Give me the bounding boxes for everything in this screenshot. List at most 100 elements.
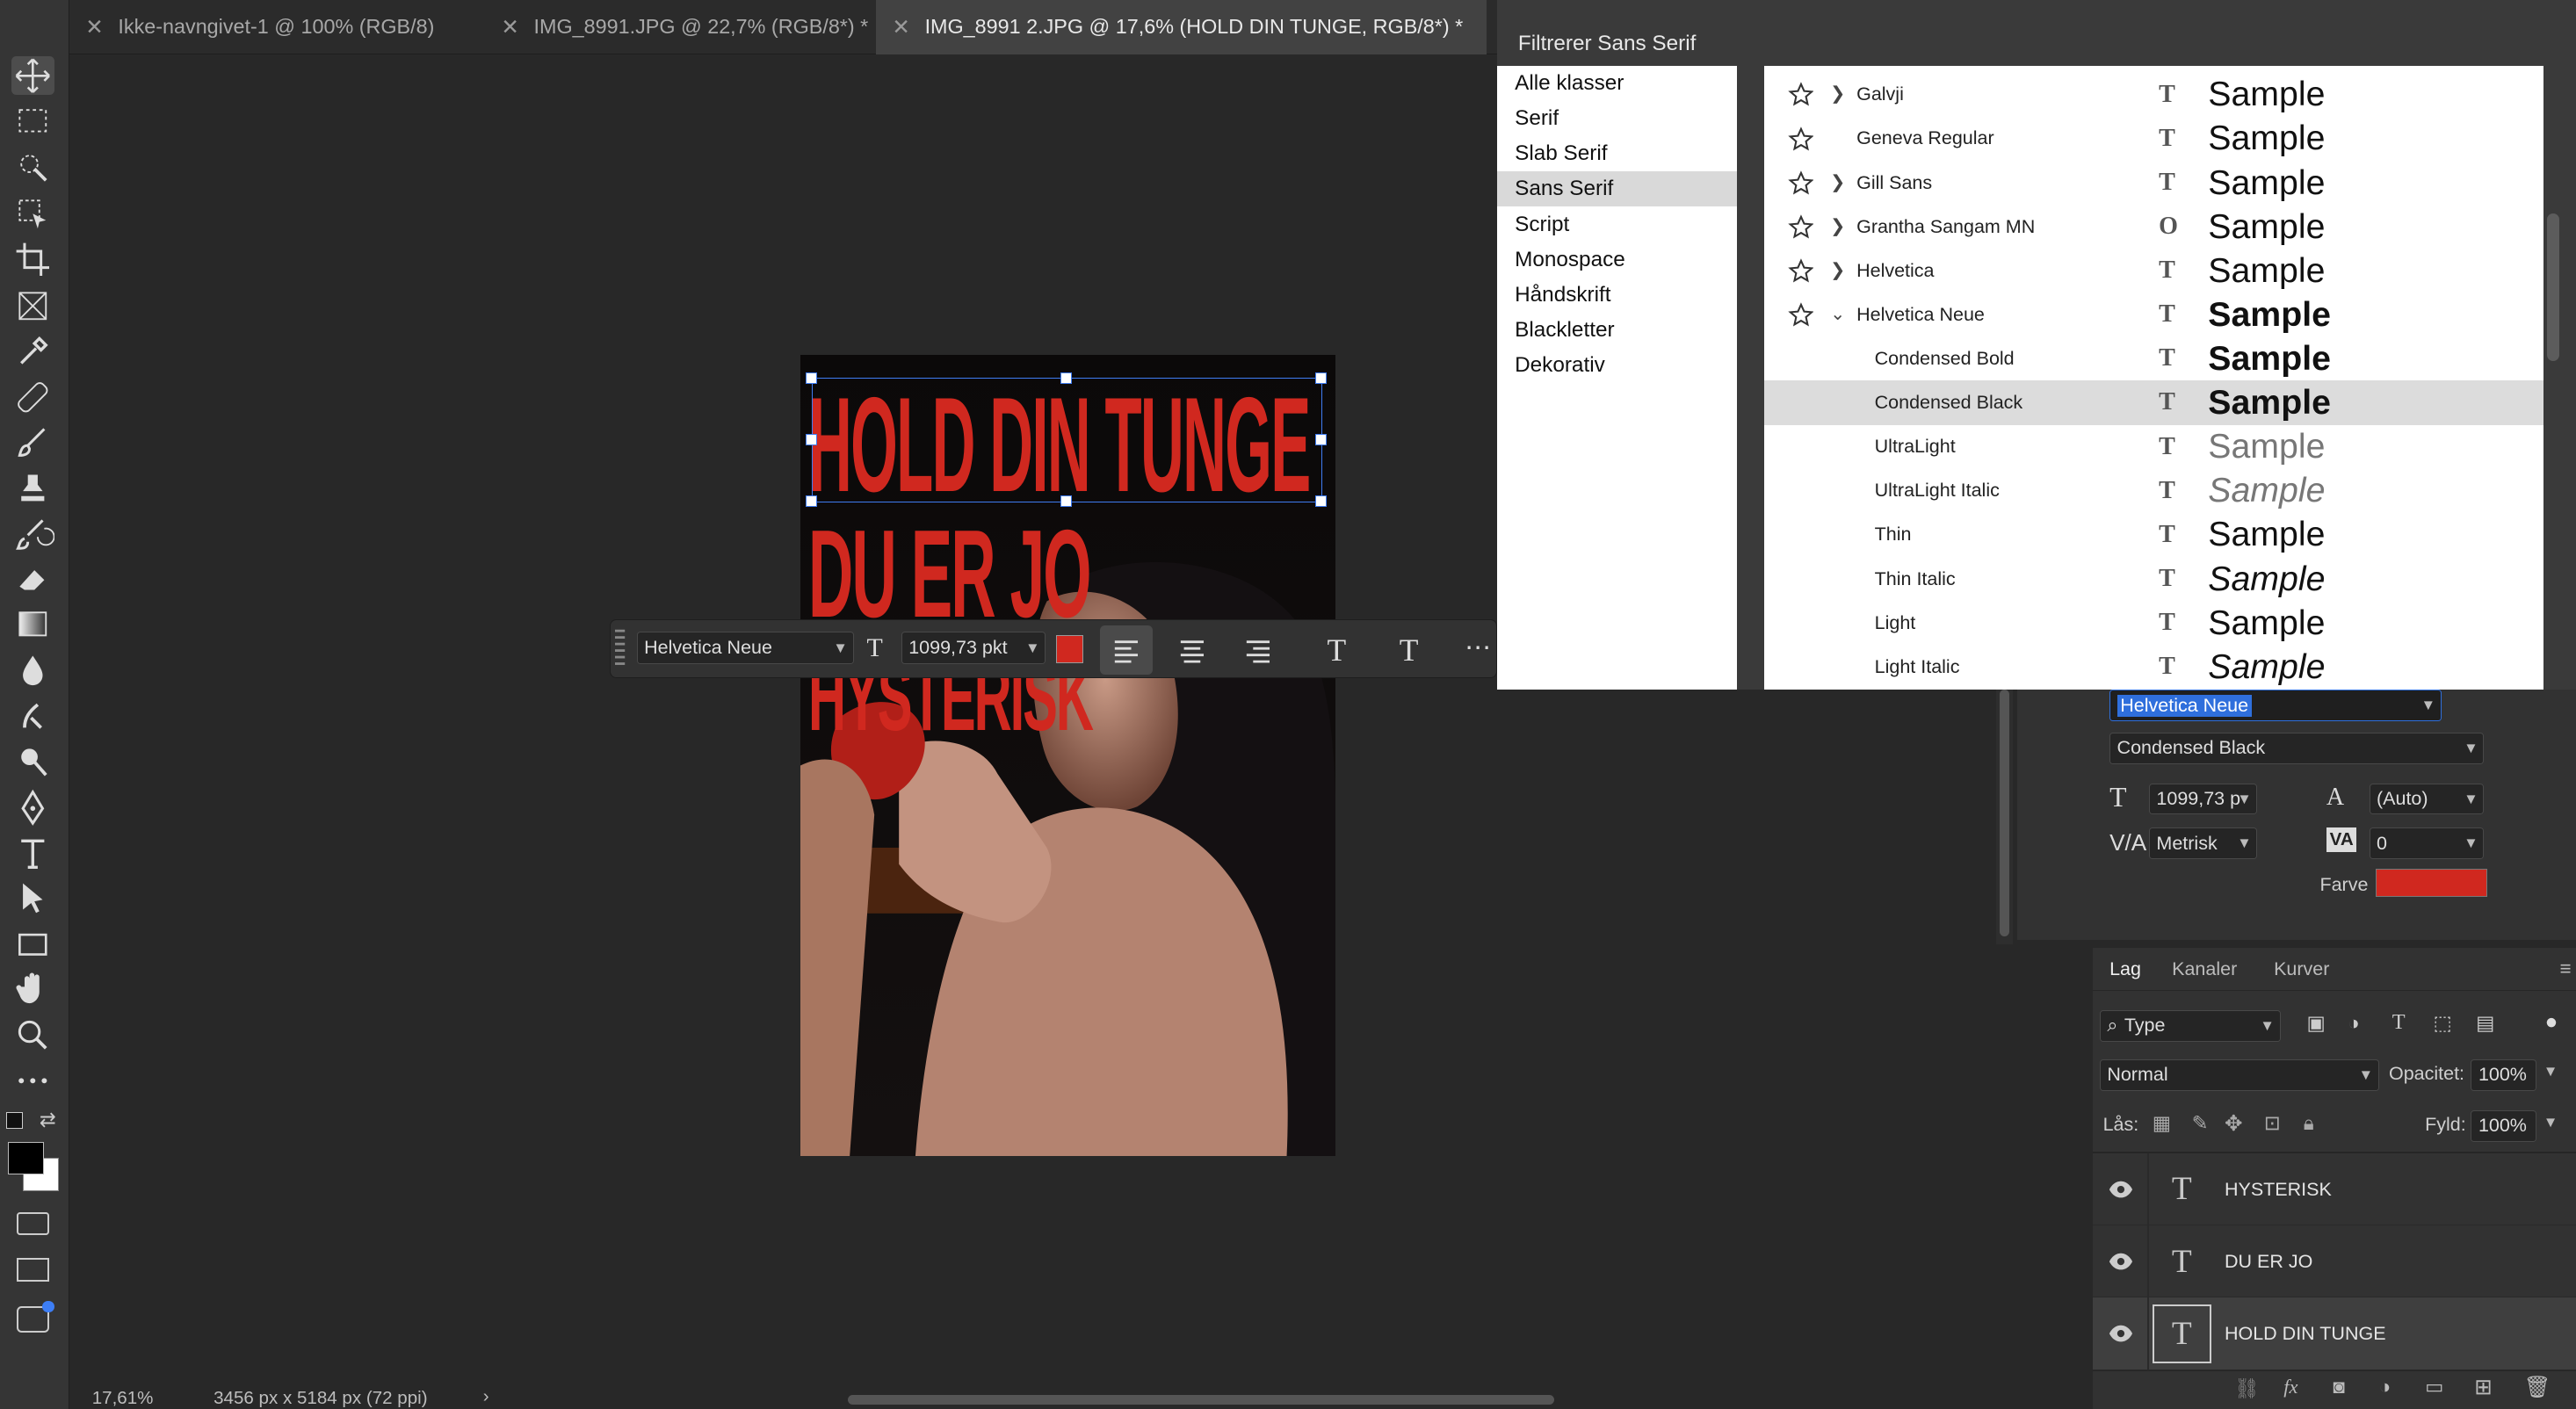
link-layers-icon[interactable]: ⛓︎ (2234, 1377, 2260, 1400)
align-left-button[interactable] (1100, 625, 1153, 675)
font-row[interactable]: Condensed Bold T Sample (1764, 336, 2543, 380)
swap-colors-icon[interactable]: ⇄ (40, 1109, 56, 1131)
layer-filter-select[interactable]: ⌕ Type ▼ (2099, 1010, 2281, 1042)
type-filter-icon[interactable]: T (2392, 1010, 2406, 1035)
font-row[interactable]: Geneva Regular T Sample (1764, 116, 2543, 160)
menu-resize-handle[interactable] (2542, 23, 2558, 66)
layer-name[interactable]: HYSTERISK (2225, 1153, 2332, 1225)
drag-handle[interactable] (615, 626, 626, 669)
close-icon[interactable]: ✕ (892, 14, 909, 40)
font-list-scrollbar[interactable] (2546, 213, 2560, 362)
visibility-eye-icon[interactable] (2108, 1322, 2134, 1345)
marquee-icon[interactable] (11, 102, 54, 141)
new-layer-icon[interactable]: ⊞ (2474, 1374, 2492, 1400)
transform-handle[interactable] (1314, 433, 1327, 445)
layer-row[interactable]: T DU ER JO (2093, 1225, 2576, 1298)
shape-filter-icon[interactable]: ⬚ (2433, 1012, 2451, 1035)
pen-icon[interactable] (11, 789, 54, 828)
font-row[interactable]: Light T Sample (1764, 601, 2543, 645)
smart-object-filter-icon[interactable]: ▤ (2476, 1012, 2494, 1035)
default-colors-icon[interactable] (6, 1111, 24, 1129)
tab-img-8991-2[interactable]: ✕ IMG_8991 2.JPG @ 17,6% (HOLD DIN TUNGE… (875, 0, 1487, 54)
stamp-icon[interactable] (11, 470, 54, 509)
font-row[interactable]: Light Italic T Sample (1764, 645, 2543, 689)
font-class-item[interactable]: Sans Serif (1496, 171, 1737, 206)
tab-channels[interactable]: Kanaler (2172, 948, 2237, 991)
vertical-scrollbar-track[interactable] (1996, 690, 2013, 945)
font-class-item[interactable]: Dekorativ (1497, 348, 1737, 382)
font-row[interactable]: ❯ Grantha Sangam MN O Sample (1764, 205, 2543, 249)
close-icon[interactable]: ✕ (501, 14, 518, 40)
healing-icon[interactable] (11, 378, 54, 417)
tab-untitled[interactable]: ✕ Ikke-navngivet-1 @ 100% (RGB/8) (69, 0, 485, 54)
text-bounding-box[interactable] (806, 372, 1327, 507)
chevron-down-icon[interactable]: ▼ (2543, 1114, 2558, 1131)
adjustment-layer-icon[interactable]: ◑ (2379, 1376, 2391, 1398)
layer-name[interactable]: DU ER JO (2225, 1225, 2312, 1297)
font-family-select[interactable]: Helvetica Neue ▼ (636, 632, 854, 665)
align-center-button[interactable] (1166, 625, 1219, 675)
frame-icon[interactable] (11, 285, 54, 325)
leading-field[interactable]: (Auto) ▼ (2369, 783, 2485, 815)
blend-mode-select[interactable]: Normal ▼ (2099, 1059, 2379, 1091)
pixel-filter-icon[interactable]: ▣ (2306, 1012, 2325, 1035)
chevron-down-icon[interactable]: ⌄ (1830, 293, 1845, 336)
warp-text-icon[interactable]: T (1310, 625, 1363, 675)
transform-handle[interactable] (806, 433, 818, 445)
layer-row[interactable]: T HOLD DIN TUNGE (2093, 1297, 2576, 1370)
transform-handle[interactable] (1314, 372, 1327, 384)
lock-pixels-icon[interactable]: ✎ (2192, 1112, 2209, 1135)
font-class-item[interactable]: Monospace (1497, 242, 1737, 277)
gradient-icon[interactable] (11, 604, 54, 644)
transform-handle[interactable] (806, 372, 818, 384)
adjustment-filter-icon[interactable]: ◑ (2348, 1012, 2360, 1035)
character-color-swatch[interactable] (2376, 869, 2488, 897)
star-icon[interactable] (1787, 302, 1814, 329)
layer-name[interactable]: HOLD DIN TUNGE (2225, 1297, 2386, 1369)
font-class-item[interactable]: Håndskrift (1497, 278, 1737, 312)
tab-layers[interactable]: Lag (2109, 948, 2141, 991)
star-icon[interactable] (1787, 82, 1814, 108)
star-icon[interactable] (1787, 258, 1814, 285)
close-icon[interactable]: ✕ (85, 14, 103, 40)
font-row[interactable]: UltraLight T Sample (1764, 424, 2543, 468)
font-class-item[interactable]: Blackletter (1497, 313, 1737, 347)
lock-all-icon[interactable]: 🔒︎ (2304, 1112, 2314, 1135)
tab-curves[interactable]: Kurver (2274, 948, 2329, 991)
eraser-icon[interactable] (11, 560, 54, 600)
more-icon[interactable] (11, 1061, 54, 1101)
chevron-down-icon[interactable]: ▼ (2543, 1063, 2558, 1080)
type-icon[interactable] (11, 835, 54, 874)
eyedropper-icon[interactable] (11, 332, 54, 372)
trash-icon[interactable]: 🗑︎ (2523, 1374, 2551, 1400)
text-color-swatch[interactable] (1055, 634, 1084, 663)
move-icon[interactable] (11, 55, 54, 96)
font-class-item[interactable]: Slab Serif (1497, 136, 1737, 170)
transform-handle[interactable] (806, 495, 818, 507)
tab-img-8991[interactable]: ✕ IMG_8991.JPG @ 22,7% (RGB/8*) * (485, 0, 879, 54)
star-icon[interactable] (1787, 126, 1814, 153)
font-class-item[interactable]: Script (1497, 207, 1737, 242)
history-brush-icon[interactable] (11, 516, 54, 555)
fill-input[interactable]: 100% (2471, 1110, 2537, 1142)
align-right-button[interactable] (1232, 625, 1284, 675)
screen-mode-icon[interactable] (16, 1258, 50, 1282)
font-style-field[interactable]: Condensed Black ▼ (2109, 733, 2485, 764)
horizontal-scrollbar[interactable] (847, 1394, 1554, 1405)
chevron-right-icon[interactable]: ❯ (1830, 72, 1845, 116)
crop-icon[interactable] (11, 240, 54, 279)
visibility-eye-icon[interactable] (2108, 1250, 2134, 1273)
layer-mask-icon[interactable]: ◙ (2333, 1376, 2345, 1398)
font-row[interactable]: Condensed Black T Sample (1764, 380, 2543, 425)
brush-icon[interactable] (11, 423, 54, 463)
chevron-down-icon[interactable]: ▼ (2421, 697, 2436, 714)
star-icon[interactable] (1787, 214, 1814, 241)
smudge-icon[interactable] (11, 697, 54, 736)
group-folder-icon[interactable]: ▭ (2425, 1376, 2443, 1398)
star-icon[interactable] (1787, 170, 1814, 197)
lock-artboard-icon[interactable]: ⊡ (2264, 1112, 2281, 1135)
font-row[interactable]: ❯ Galvji T Sample (1764, 72, 2543, 116)
font-size-input[interactable]: 1099,73 pkt ▼ (901, 632, 1046, 665)
transform-handle[interactable] (1060, 372, 1073, 384)
transform-handle[interactable] (1060, 495, 1073, 507)
